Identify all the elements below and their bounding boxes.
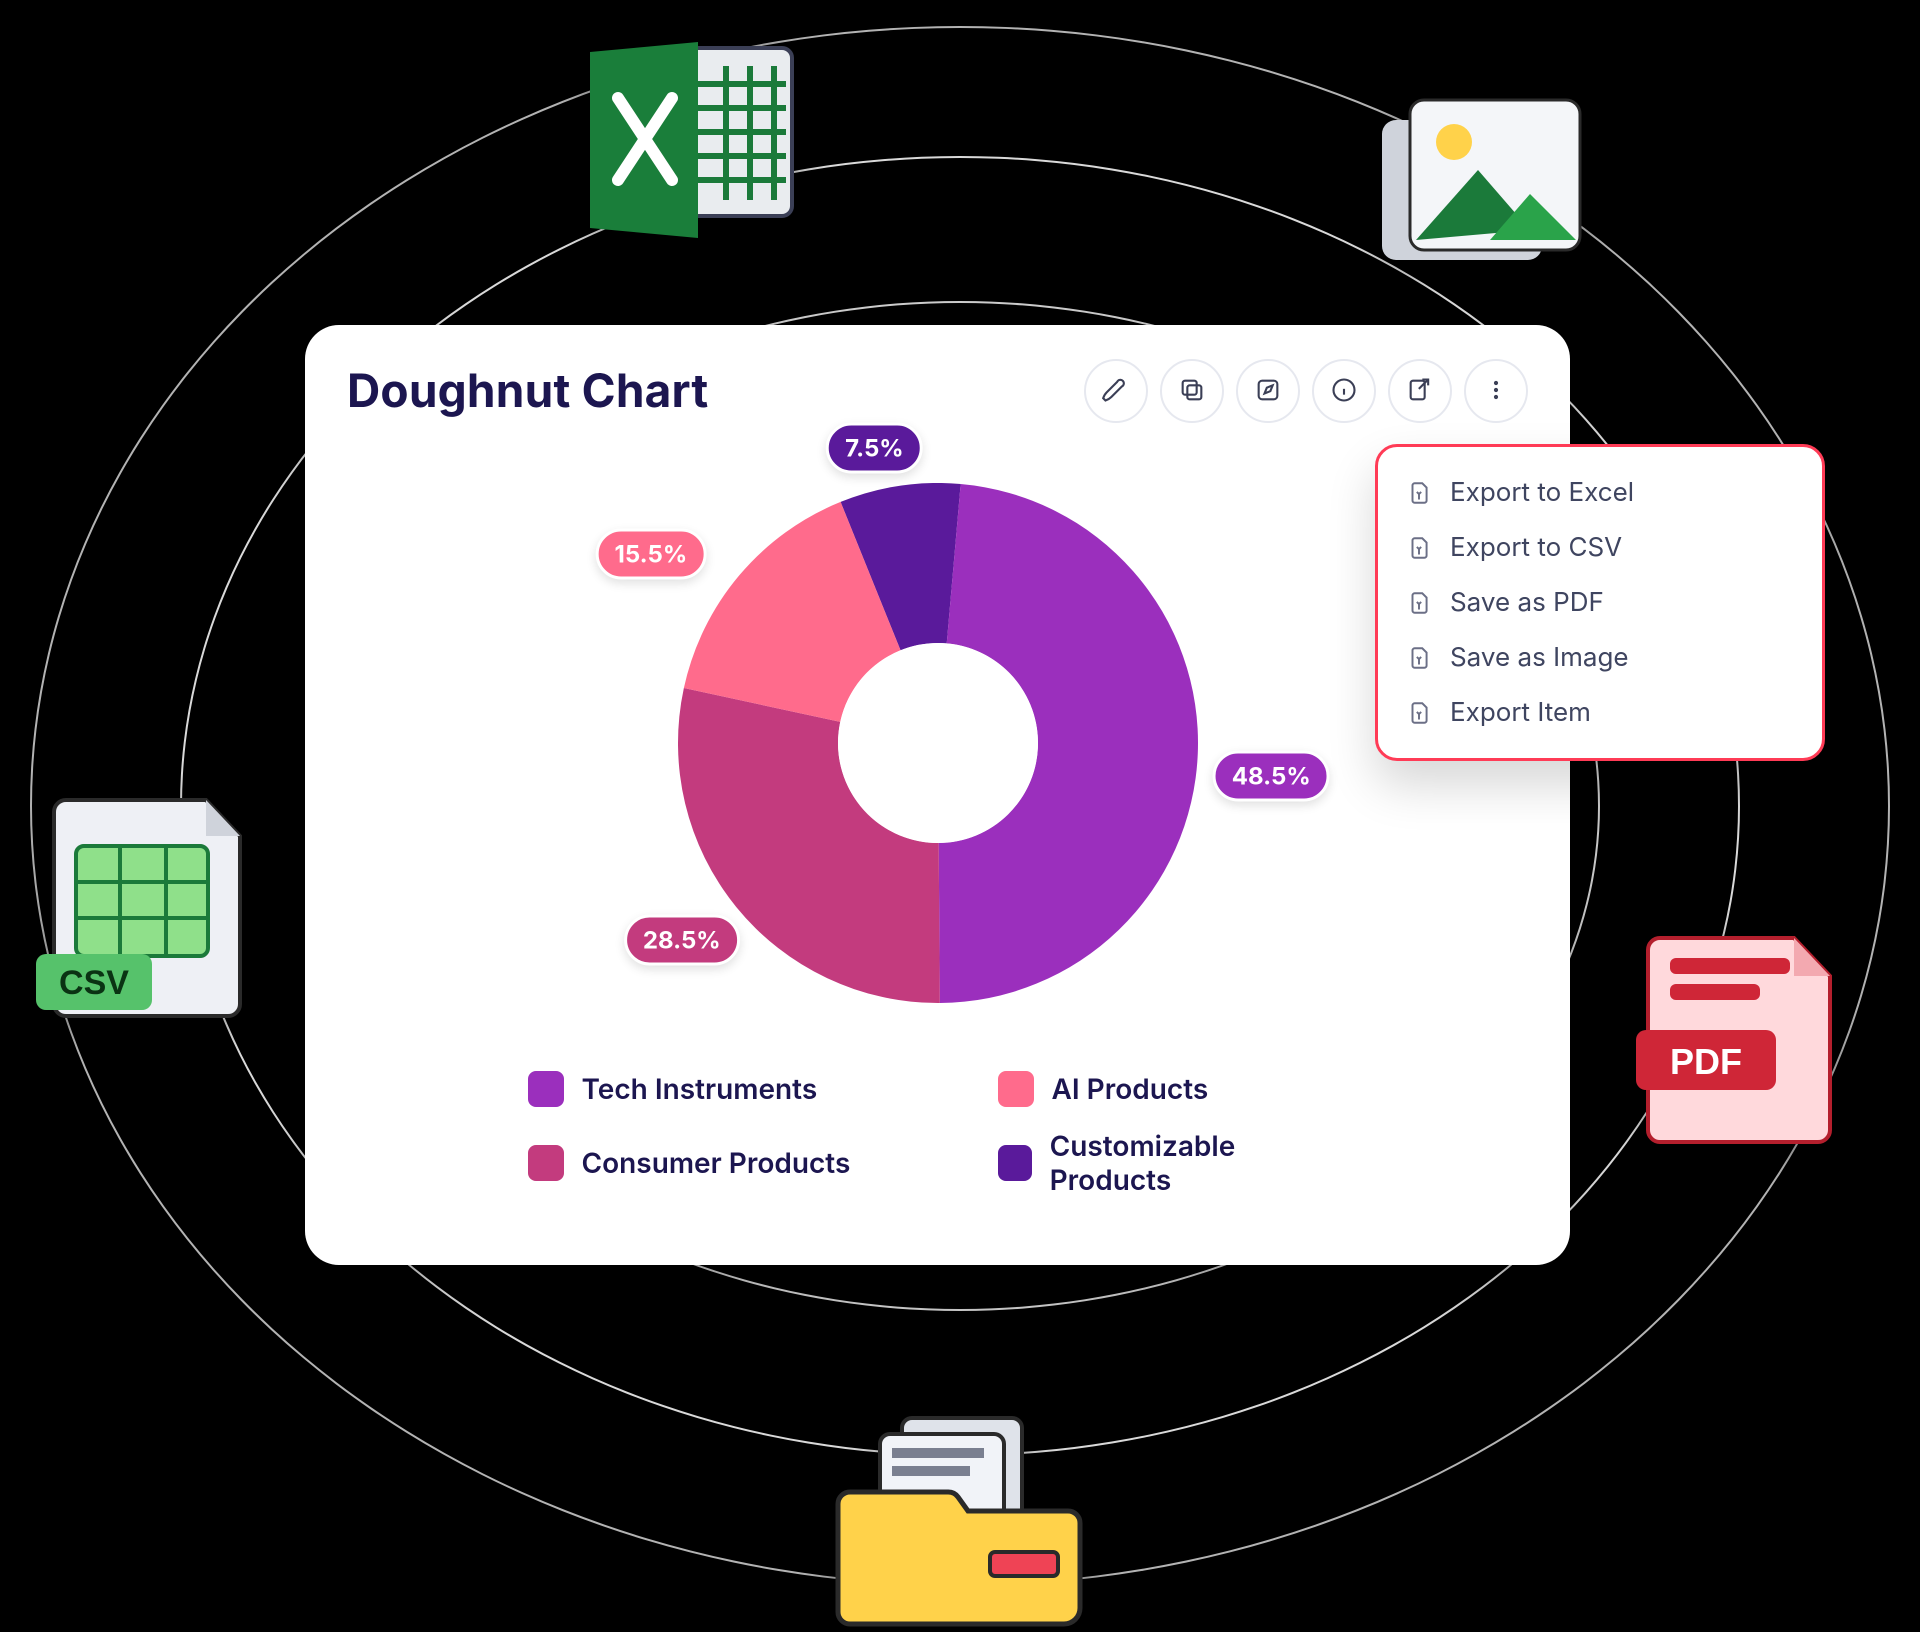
toolbar: pen-icon copy-icon edit-icon (1084, 359, 1528, 423)
stage: CSV PDF Doughnut Chart pen-icon (0, 0, 1920, 1612)
edit-icon (1254, 376, 1282, 407)
legend-swatch (528, 1071, 564, 1107)
menu-item-label: Save as Image (1450, 642, 1629, 673)
more-icon (1482, 376, 1510, 407)
legend-label: Tech Instruments (582, 1072, 818, 1106)
donut-chart (678, 483, 1198, 1003)
file-export-icon (1404, 588, 1434, 618)
legend-swatch (998, 1145, 1032, 1181)
card-title: Doughnut Chart (347, 363, 708, 419)
slice-label-consumer: 28.5% (624, 915, 740, 966)
menu-item-label: Export to CSV (1450, 532, 1622, 563)
pdf-file-icon: PDF (1630, 910, 1850, 1160)
legend-label: AI Products (1052, 1072, 1209, 1106)
info-button[interactable]: info-icon (1312, 359, 1376, 423)
file-export-icon (1404, 698, 1434, 728)
legend-swatch (998, 1071, 1034, 1107)
menu-item-save-image[interactable]: Save as Image (1398, 630, 1802, 685)
export-menu: Export to Excel Export to CSV Save as PD… (1375, 444, 1825, 761)
image-file-icon (1370, 90, 1590, 280)
slice-label-tech: 48.5% (1213, 751, 1330, 802)
menu-item-export-item[interactable]: Export Item (1398, 685, 1802, 740)
file-export-icon (1404, 643, 1434, 673)
more-button[interactable]: more-icon (1464, 359, 1528, 423)
legend-label: Customizable Products (1050, 1129, 1348, 1197)
info-icon (1330, 376, 1358, 407)
slice-label-custom: 7.5% (826, 423, 923, 474)
card-header: Doughnut Chart pen-icon copy-icon edit-i… (347, 359, 1528, 423)
legend-item-tech[interactable]: Tech Instruments (528, 1071, 878, 1107)
csv-file-icon: CSV (30, 790, 260, 1040)
edit-button[interactable]: edit-icon (1236, 359, 1300, 423)
legend-item-custom[interactable]: Customizable Products (998, 1129, 1348, 1197)
legend-item-ai[interactable]: AI Products (998, 1071, 1348, 1107)
menu-item-label: Save as PDF (1450, 587, 1604, 618)
legend-swatch (528, 1145, 564, 1181)
export-icon (1406, 376, 1434, 407)
folder-icon (830, 1412, 1090, 1632)
excel-file-icon (580, 30, 820, 250)
menu-item-save-pdf[interactable]: Save as PDF (1398, 575, 1802, 630)
donut-area: 7.5% 48.5% 28.5% 15.5% (347, 423, 1528, 1063)
file-export-icon (1404, 533, 1434, 563)
legend: Tech Instruments AI Products Consumer Prod… (528, 1071, 1348, 1197)
export-button[interactable]: export-icon (1388, 359, 1452, 423)
file-export-icon (1404, 478, 1434, 508)
menu-item-export-excel[interactable]: Export to Excel (1398, 465, 1802, 520)
slice-label-ai: 15.5% (595, 528, 706, 579)
legend-item-consumer[interactable]: Consumer Products (528, 1129, 878, 1197)
paint-button[interactable]: pen-icon (1084, 359, 1148, 423)
menu-item-label: Export Item (1450, 697, 1591, 728)
copy-icon (1178, 376, 1206, 407)
svg-text:PDF: PDF (1670, 1041, 1742, 1082)
copy-button[interactable]: copy-icon (1160, 359, 1224, 423)
svg-text:CSV: CSV (59, 964, 129, 1002)
menu-item-label: Export to Excel (1450, 477, 1634, 508)
legend-label: Consumer Products (582, 1146, 851, 1180)
paint-icon (1102, 376, 1130, 407)
menu-item-export-csv[interactable]: Export to CSV (1398, 520, 1802, 575)
